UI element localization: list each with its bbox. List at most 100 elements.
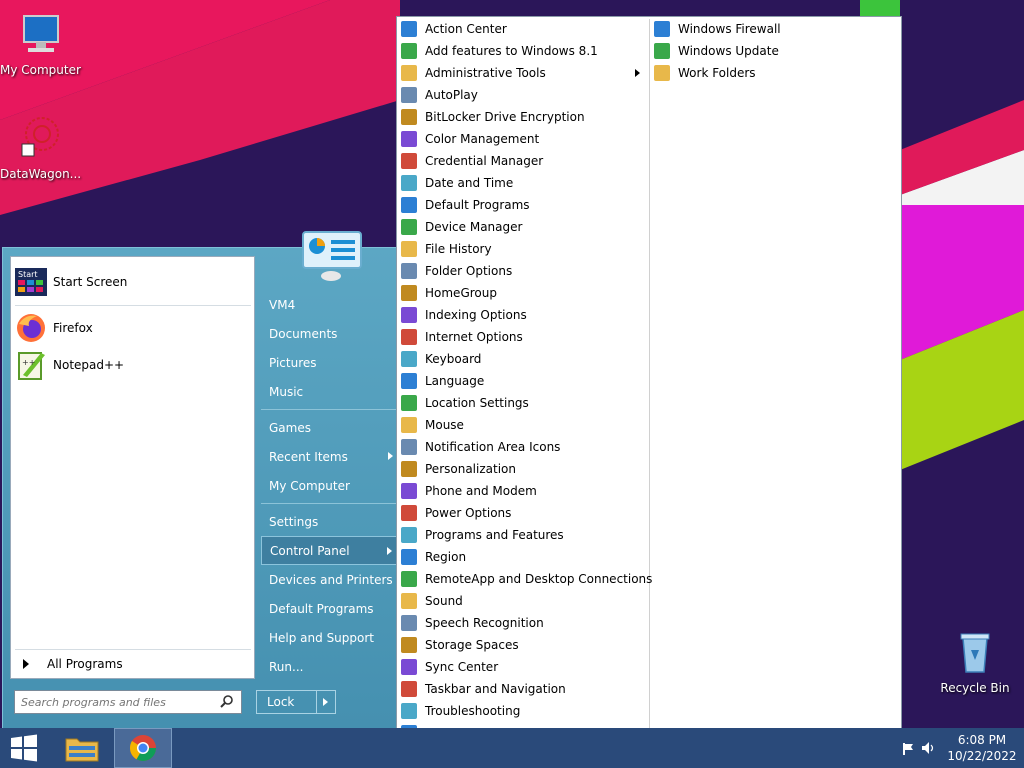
start-search-box[interactable] [14,690,242,714]
cp-item-add-features-to-windows-8-1[interactable]: Add features to Windows 8.1 [401,40,598,62]
cp-item-label: Power Options [425,506,512,520]
personalization-icon [401,461,417,477]
desktop-icon-my-computer[interactable]: My Computer [0,10,81,77]
start-menu-default-programs[interactable]: Default Programs [261,594,399,623]
start-menu-settings[interactable]: Settings [261,507,399,536]
action-center-flag-icon[interactable] [902,742,914,756]
separator [261,503,397,504]
cp-item-autoplay[interactable]: AutoPlay [401,84,478,106]
menu-label: Documents [269,326,338,341]
start-button[interactable] [0,728,48,768]
system-clock[interactable]: 6:08 PM 10/22/2022 [940,732,1024,764]
cp-item-date-and-time[interactable]: Date and Time [401,172,513,194]
cp-item-bitlocker-drive-encryption[interactable]: BitLocker Drive Encryption [401,106,585,128]
cp-item-taskbar-and-navigation[interactable]: Taskbar and Navigation [401,678,566,700]
cp-item-administrative-tools[interactable]: Administrative Tools [401,62,546,84]
chevron-right-icon [635,69,640,77]
cp-item-language[interactable]: Language [401,370,484,392]
cp-item-label: Administrative Tools [425,66,546,80]
pinned-firefox[interactable]: Firefox [15,309,251,347]
cp-item-personalization[interactable]: Personalization [401,458,516,480]
cp-item-label: BitLocker Drive Encryption [425,110,585,124]
cp-item-color-management[interactable]: Color Management [401,128,539,150]
cp-item-label: Internet Options [425,330,523,344]
cp-item-label: HomeGroup [425,286,497,300]
cp-item-remoteapp-and-desktop-connections[interactable]: RemoteApp and Desktop Connections [401,568,652,590]
cp-item-region[interactable]: Region [401,546,466,568]
cp-item-troubleshooting[interactable]: Troubleshooting [401,700,520,722]
cp-item-sound[interactable]: Sound [401,590,463,612]
taskbar-chrome[interactable] [114,728,172,768]
cp-item-internet-options[interactable]: Internet Options [401,326,523,348]
keyboard-icon [401,351,417,367]
cp-item-power-options[interactable]: Power Options [401,502,511,524]
pinned-start-screen[interactable]: Start Start Screen [15,263,251,301]
cp-item-location-settings[interactable]: Location Settings [401,392,529,414]
start-menu-my-computer[interactable]: My Computer [261,471,399,500]
cp-item-windows-update[interactable]: Windows Update [654,40,779,62]
sound-icon [401,593,417,609]
start-menu-documents[interactable]: Documents [261,319,399,348]
start-menu-vm4[interactable]: VM4 [261,290,399,319]
cp-item-default-programs[interactable]: Default Programs [401,194,530,216]
desktop-icon-recycle-bin[interactable]: Recycle Bin [935,628,1015,695]
lock-button[interactable]: Lock [256,690,336,714]
internet-options-icon [401,329,417,345]
start-menu-recent-items[interactable]: Recent Items [261,442,399,471]
add-features-to-windows-8-1-icon [401,43,417,59]
start-menu-pictures[interactable]: Pictures [261,348,399,377]
search-input[interactable] [15,692,219,712]
cp-item-indexing-options[interactable]: Indexing Options [401,304,527,326]
start-menu-run[interactable]: Run... [261,652,399,681]
start-menu-devices-and-printers[interactable]: Devices and Printers [261,565,399,594]
administrative-tools-icon [401,65,417,81]
desktop-icon-datawagon[interactable]: DataWagon... [0,114,81,181]
cp-item-speech-recognition[interactable]: Speech Recognition [401,612,544,634]
cp-item-work-folders[interactable]: Work Folders [654,62,756,84]
cp-item-label: Color Management [425,132,540,146]
menu-label: Games [269,420,311,435]
cp-item-mouse[interactable]: Mouse [401,414,464,436]
search-icon[interactable] [219,694,235,710]
cp-item-label: Phone and Modem [425,484,537,498]
action-center-icon [401,21,417,37]
datawagon-icon [21,117,59,157]
menu-label: Settings [269,514,319,529]
color-management-icon [401,131,417,147]
cp-item-homegroup[interactable]: HomeGroup [401,282,497,304]
start-menu-help-and-support[interactable]: Help and Support [261,623,399,652]
column-divider [649,19,650,765]
taskbar-file-explorer[interactable] [56,728,108,768]
cp-item-label: Troubleshooting [425,704,521,718]
cp-item-programs-and-features[interactable]: Programs and Features [401,524,564,546]
programs-and-features-icon [401,527,417,543]
cp-item-notification-area-icons[interactable]: Notification Area Icons [401,436,560,458]
start-menu-pinned-pane: Start Start Screen Firefox ++ Notepad++ … [10,256,255,679]
cp-item-storage-spaces[interactable]: Storage Spaces [401,634,519,656]
cp-item-credential-manager[interactable]: Credential Manager [401,150,543,172]
menu-label: VM4 [269,297,296,312]
speaker-icon[interactable] [920,740,936,756]
cp-item-action-center[interactable]: Action Center [401,18,507,40]
remoteapp-and-desktop-connections-icon [401,571,417,587]
start-menu-games[interactable]: Games [261,413,399,442]
desktop-icon-label: Recycle Bin [940,681,1010,695]
recycle-bin-icon [960,633,990,673]
power-options-arrow-button[interactable] [315,691,335,713]
cp-item-phone-and-modem[interactable]: Phone and Modem [401,480,537,502]
menu-label: Default Programs [269,601,374,616]
cp-item-keyboard[interactable]: Keyboard [401,348,481,370]
control-panel-icon [302,231,362,281]
folder-icon [65,738,99,762]
cp-item-file-history[interactable]: File History [401,238,492,260]
cp-item-sync-center[interactable]: Sync Center [401,656,498,678]
notification-area-icons-icon [401,439,417,455]
start-menu-music[interactable]: Music [261,377,399,406]
cp-item-device-manager[interactable]: Device Manager [401,216,522,238]
pinned-notepad-plus-plus[interactable]: ++ Notepad++ [15,346,251,384]
start-menu-control-panel[interactable]: Control Panel [261,536,399,565]
language-icon [401,373,417,389]
cp-item-folder-options[interactable]: Folder Options [401,260,512,282]
all-programs-button[interactable]: All Programs [15,653,251,675]
cp-item-windows-firewall[interactable]: Windows Firewall [654,18,781,40]
